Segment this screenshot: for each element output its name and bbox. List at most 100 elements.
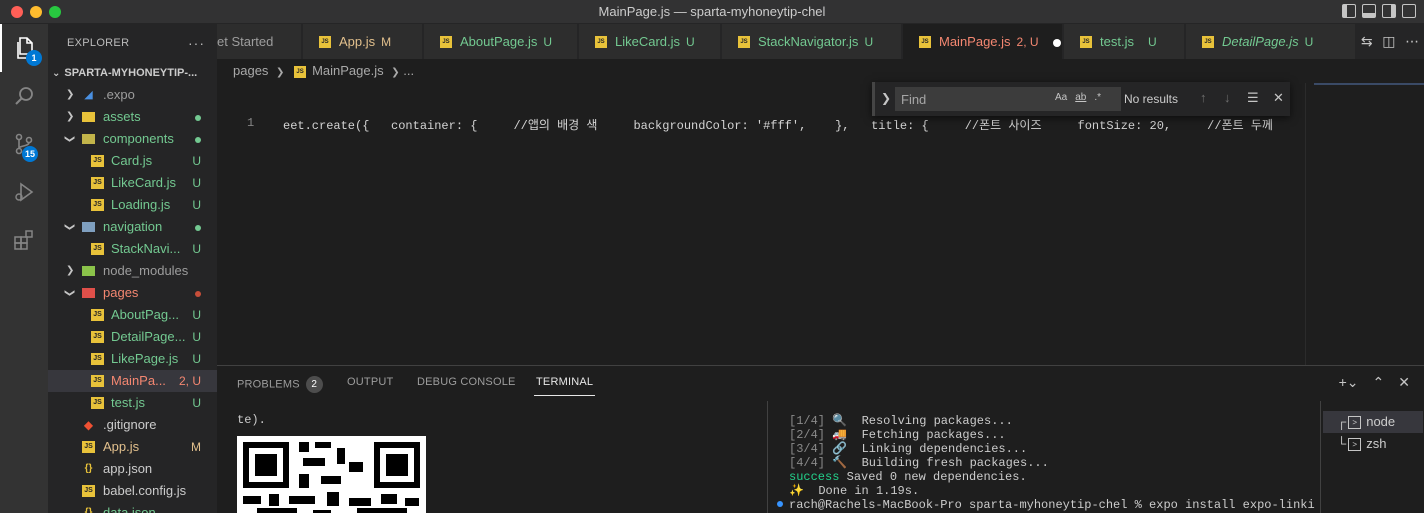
tree-file-data-json[interactable]: {} data.json	[48, 502, 217, 513]
status-badge: U	[192, 242, 201, 256]
editor-tabs: et Started JS App.js M JS AboutPage.js U JS L…	[217, 24, 1424, 59]
status-dot	[195, 115, 201, 121]
open-changes-icon[interactable]: ⇆	[1361, 33, 1373, 50]
split-editor-icon[interactable]: ◫	[1382, 33, 1395, 50]
tree-label: components	[103, 131, 174, 146]
folder-icon: ◢	[84, 89, 93, 101]
line-number: 1	[247, 116, 255, 130]
regex-icon[interactable]: .*	[1094, 92, 1101, 103]
tab-test-js[interactable]: JS test.js U	[1064, 24, 1185, 59]
terminal-line: success Saved 0 new dependencies.	[789, 470, 1027, 484]
tree-file-detailpage[interactable]: JS DetailPage... U	[48, 326, 217, 348]
tree-file-card[interactable]: JS Card.js U	[48, 150, 217, 172]
breadcrumb-symbol[interactable]: ...	[403, 63, 414, 78]
tree-folder-components[interactable]: ❯ components	[48, 128, 217, 150]
status-badge: U	[192, 154, 201, 168]
match-case-icon[interactable]: Aa	[1055, 92, 1067, 103]
tree-folder-pages[interactable]: ❯ pages	[48, 282, 217, 304]
terminal-left[interactable]: te).	[217, 401, 767, 513]
qr-code	[237, 436, 426, 513]
match-whole-word-icon[interactable]: ab	[1075, 92, 1086, 103]
tree-folder-expo[interactable]: ❯ ◢ .expo	[48, 84, 217, 106]
js-file-icon: JS	[91, 309, 104, 321]
tree-file-babel-config[interactable]: JS babel.config.js	[48, 480, 217, 502]
close-icon[interactable]: ✕	[1398, 374, 1410, 391]
tree-file-gitignore[interactable]: ◆ .gitignore	[48, 414, 217, 436]
tree-label: data.json	[103, 505, 156, 513]
tab-aboutpage-js[interactable]: JS AboutPage.js U	[424, 24, 578, 59]
tab-detailpage-js[interactable]: JS DetailPage.js U	[1186, 24, 1356, 59]
status-badge: U	[192, 176, 201, 190]
extensions-activity[interactable]	[0, 216, 48, 264]
tab-mainpage-js[interactable]: JS MainPage.js 2, U	[903, 24, 1063, 59]
tab-terminal[interactable]: TERMINAL	[533, 376, 596, 396]
terminal-item-zsh[interactable]: └ > zsh	[1337, 433, 1386, 455]
tree-file-test[interactable]: JS test.js U	[48, 392, 217, 414]
tree-folder-node-modules[interactable]: ❯ node_modules	[48, 260, 217, 282]
tree-file-likepage[interactable]: JS LikePage.js U	[48, 348, 217, 370]
previous-match-icon[interactable]: ↑	[1200, 90, 1207, 105]
maximize-panel-icon[interactable]: ⌃	[1373, 374, 1385, 391]
tree-file-app-json[interactable]: {} app.json	[48, 458, 217, 480]
tree-file-aboutpage[interactable]: JS AboutPag... U	[48, 304, 217, 326]
customize-layout-icon[interactable]	[1402, 4, 1416, 18]
tree-file-app[interactable]: JS App.js M	[48, 436, 217, 458]
problems-count-badge: 2	[305, 376, 323, 393]
search-activity[interactable]	[0, 72, 48, 120]
tab-get-started[interactable]: et Started	[217, 24, 302, 59]
terminal-name: zsh	[1366, 436, 1387, 451]
tree-file-stacknavigator[interactable]: JS StackNavi... U	[48, 238, 217, 260]
status-badge: U	[192, 352, 201, 366]
tab-label: StackNavigator.js	[758, 34, 859, 49]
tab-problems[interactable]: PROBLEMS 2	[237, 376, 323, 393]
tab-label: et Started	[217, 34, 274, 49]
source-control-activity[interactable]: 15	[0, 120, 48, 168]
tree-file-loading[interactable]: JS Loading.js U	[48, 194, 217, 216]
terminal-item-node[interactable]: ┌ > node	[1323, 411, 1423, 433]
explorer-activity[interactable]: 1	[0, 24, 48, 72]
new-terminal-icon[interactable]: +⌄	[1339, 374, 1359, 391]
tab-app-js[interactable]: JS App.js M	[303, 24, 423, 59]
tab-status: M	[381, 35, 392, 49]
more-actions-icon[interactable]: ⋯	[1405, 33, 1419, 50]
more-actions-icon[interactable]: ···	[188, 35, 205, 51]
toggle-replace-icon[interactable]: ❯	[881, 91, 891, 105]
status-dot	[195, 225, 201, 231]
explorer-badge: 1	[26, 50, 42, 66]
run-debug-activity[interactable]	[0, 168, 48, 216]
tree-label: LikeCard.js	[111, 175, 177, 190]
toggle-sidebar-icon[interactable]	[1342, 4, 1356, 18]
tree-folder-navigation[interactable]: ❯ navigation	[48, 216, 217, 238]
activity-bar: 1 15	[0, 24, 48, 513]
unsaved-dot-icon[interactable]	[1052, 38, 1061, 47]
chevron-down-icon: ❯	[64, 288, 76, 298]
toggle-secondary-sidebar-icon[interactable]	[1382, 4, 1396, 18]
code-line[interactable]: eet.create({ container: { //앱의 배경 색 back…	[283, 116, 1305, 133]
chevron-right-icon: ❯	[276, 67, 285, 78]
tab-debug-console[interactable]: DEBUG CONSOLE	[417, 376, 516, 388]
find-in-selection-icon[interactable]: ☰	[1247, 90, 1259, 106]
toggle-panel-icon[interactable]	[1362, 4, 1376, 18]
js-file-icon: JS	[91, 397, 104, 409]
tree-label: .expo	[103, 87, 135, 102]
tree-label: .gitignore	[103, 417, 157, 432]
terminal-icon: >	[1348, 438, 1362, 452]
project-folder[interactable]: ⌄ SPARTA-MYHONEYTIP-...	[48, 62, 217, 84]
code-editor[interactable]: 1 eet.create({ container: { //앱의 배경 색 ba…	[217, 83, 1305, 365]
tree-file-mainpage[interactable]: JS MainPa... 2, U	[48, 370, 217, 392]
tree-file-likecard[interactable]: JS LikeCard.js U	[48, 172, 217, 194]
breadcrumb-folder[interactable]: pages	[233, 63, 268, 78]
terminal-right[interactable]: [1/4] 🔍 Resolving packages... [2/4] 🚚 Fe…	[777, 401, 1317, 513]
tab-status: 2, U	[1016, 35, 1039, 49]
layout-controls	[1342, 4, 1416, 18]
breadcrumb-file[interactable]: MainPage.js	[312, 63, 384, 78]
tab-output[interactable]: OUTPUT	[347, 376, 393, 388]
next-match-icon[interactable]: ↓	[1224, 90, 1231, 105]
terminal-split-divider[interactable]	[767, 401, 768, 513]
close-icon[interactable]: ✕	[1273, 90, 1284, 106]
tab-stacknavigator-js[interactable]: JS StackNavigator.js U	[722, 24, 902, 59]
tab-likecard-js[interactable]: JS LikeCard.js U	[579, 24, 721, 59]
minimap[interactable]	[1305, 83, 1424, 365]
tree-folder-assets[interactable]: ❯ assets	[48, 106, 217, 128]
window-title: MainPage.js — sparta-myhoneytip-chel	[598, 4, 826, 19]
